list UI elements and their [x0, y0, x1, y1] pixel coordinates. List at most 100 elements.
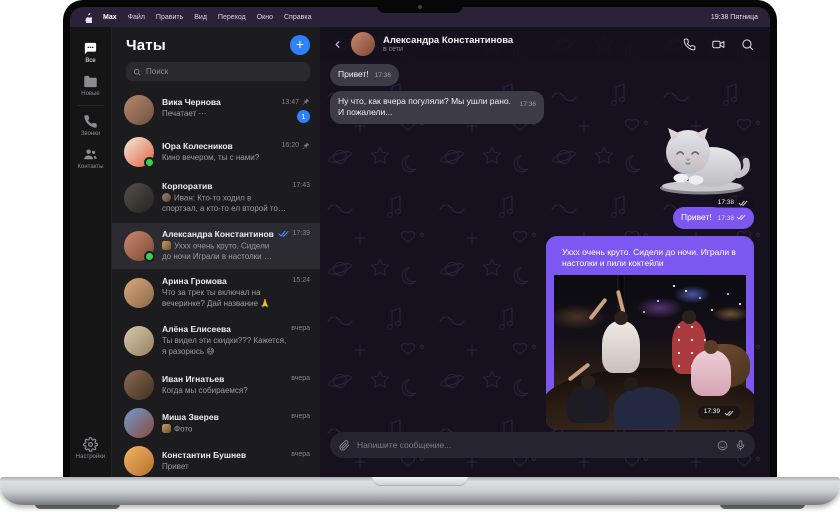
- emoji-icon[interactable]: [717, 440, 728, 451]
- menu-item[interactable]: Окно: [257, 14, 273, 21]
- chat-list-item[interactable]: Юра КолесниковКино вечером, ты с нами?16…: [112, 131, 320, 173]
- lid-groove: [372, 477, 468, 486]
- laptop-mockup: Мах Файл Править Вид Переход Окно Справка 19:3…: [0, 0, 840, 512]
- nav-rail: Все Новые Звонки Контакты Настройки: [70, 27, 112, 479]
- read-check-icon: [738, 200, 748, 206]
- avatar: [124, 137, 154, 167]
- gear-icon: [83, 437, 98, 452]
- chat-list-item[interactable]: Александра КонстантиноваУххх очень круто…: [112, 223, 320, 269]
- chat-name: Константин Бушнев: [162, 450, 287, 460]
- chat-name: Алёна Елисеева: [162, 324, 287, 334]
- chat-list-item[interactable]: Иван ИгнатьевКогда мы собираемся?вчера: [112, 365, 320, 405]
- chat-time: 13:47: [281, 99, 299, 106]
- message-text: Привет!: [338, 69, 369, 79]
- chat-preview: Когда мы собираемся?: [162, 386, 248, 395]
- message-input[interactable]: Напишите сообщение...: [330, 432, 755, 458]
- laptop-base: [0, 477, 840, 505]
- chat-name: Миша Зверев: [162, 412, 287, 422]
- apple-logo-icon[interactable]: [83, 12, 92, 23]
- avatar: [124, 446, 154, 476]
- photo-thumb-icon: [162, 424, 171, 433]
- chat-name: Вика Чернова: [162, 97, 277, 107]
- video-call-icon[interactable]: [712, 38, 725, 51]
- menu-item[interactable]: Править: [156, 14, 183, 21]
- chat-list-item[interactable]: Константин Бушнев Привет вчера: [112, 441, 320, 479]
- phone-icon: [83, 114, 98, 129]
- menu-item[interactable]: Переход: [218, 14, 246, 21]
- party-photo-attachment[interactable]: 17:39: [554, 275, 746, 425]
- search-icon[interactable]: [741, 38, 754, 51]
- divider: [78, 105, 104, 106]
- sidebar-item-label: Контакты: [78, 164, 104, 170]
- chat-name: Александра Константинова: [162, 229, 274, 239]
- message-text: Ну что, как вчера погуляли? Мы ушли рано…: [338, 96, 511, 117]
- avatar: [124, 231, 154, 261]
- chat-list-item[interactable]: Алёна ЕлисееваТы видел эти скидки??? Каж…: [112, 317, 320, 365]
- message-bubble-incoming[interactable]: 17:36 Ну что, как вчера погуляли? Мы ушли…: [330, 91, 544, 124]
- call-icon[interactable]: [683, 38, 696, 51]
- new-chat-button[interactable]: +: [290, 35, 310, 55]
- person-figure: [691, 350, 731, 396]
- webcam-icon: [418, 5, 422, 9]
- city-lights: [673, 285, 675, 287]
- avatar: [124, 95, 154, 125]
- chat-preview: Иван: Кто-то ходил в спортзал, а кто-то …: [162, 194, 286, 216]
- read-check-icon: [736, 214, 746, 220]
- menu-item[interactable]: Справка: [284, 14, 311, 21]
- chat-time: вчера: [291, 375, 310, 382]
- people-icon: [83, 147, 98, 162]
- chat-name: Арина Громова: [162, 276, 288, 286]
- chat-time: 17:43: [292, 182, 310, 189]
- avatar: [124, 370, 154, 400]
- message-bubble-outgoing[interactable]: Привет!17:38: [673, 207, 754, 229]
- back-button[interactable]: [332, 39, 343, 50]
- chat-list-item[interactable]: Миша ЗверевФотовчера: [112, 405, 320, 441]
- pin-icon: [302, 142, 310, 150]
- page-title: Чаты: [126, 37, 166, 54]
- menu-item[interactable]: Вид: [194, 14, 207, 21]
- menu-bar-clock: 19:38 Пятница: [711, 14, 758, 21]
- message-input-placeholder: Напишите сообщение...: [357, 440, 710, 450]
- read-check-icon: [724, 410, 734, 416]
- unread-badge: 1: [297, 110, 310, 123]
- avatar: [124, 326, 154, 356]
- sidebar-item-new[interactable]: Новые: [70, 69, 111, 102]
- message-bubble-outgoing-photo[interactable]: Уххх очень круто. Сидели до ночи. Играли…: [546, 236, 754, 430]
- message-bubble-incoming[interactable]: Привет!17:36: [330, 64, 399, 86]
- chat-time: 16:20: [281, 142, 299, 149]
- chat-list-item[interactable]: Корпоратив Иван: Кто-то ходил в спортзал,…: [112, 173, 320, 223]
- chat-preview: Печатает ···: [162, 109, 206, 118]
- chat-list-item[interactable]: Арина Громова Что за трек ты включал на в…: [112, 269, 320, 317]
- sidebar-item-calls[interactable]: Звонки: [70, 109, 111, 142]
- chat-rows: Вика Чернова Печатает ··· 13:47 1 Юра Колесн…: [112, 89, 320, 479]
- avatar[interactable]: [351, 32, 375, 56]
- sidebar-item-label: Новые: [81, 91, 100, 97]
- chat-list-item[interactable]: Вика Чернова Печатает ··· 13:47 1: [112, 89, 320, 131]
- chat-list-panel: Чаты + Поиск Вика Чернова Печатает ··· 13:…: [112, 27, 320, 479]
- read-check-icon: [278, 230, 289, 237]
- chat-preview: Что за трек ты включал на вечеринке? Дай…: [162, 288, 270, 308]
- chat-preview: Привет: [162, 462, 189, 471]
- chat-name: Юра Колесников: [162, 141, 277, 151]
- microphone-icon[interactable]: [735, 440, 746, 451]
- sidebar-item-all[interactable]: Все: [70, 36, 111, 69]
- sidebar-item-label: Звонки: [81, 131, 100, 137]
- search-icon: [133, 68, 141, 76]
- chat-time: вчера: [291, 451, 310, 458]
- menu-item[interactable]: Мах: [103, 14, 117, 21]
- sidebar-item-contacts[interactable]: Контакты: [70, 142, 111, 175]
- sticker-timestamp: 17:38: [712, 197, 754, 208]
- message-text: Уххх очень круто. Сидели до ночи. Играли…: [554, 241, 746, 275]
- conversation-header: Александра Константинова в сети: [320, 27, 770, 61]
- search-placeholder: Поиск: [146, 67, 168, 76]
- chat-name: Корпоратив: [162, 181, 288, 191]
- photo-timestamp: 17:39: [698, 406, 740, 419]
- search-input[interactable]: Поиск: [126, 62, 310, 81]
- sender-avatar-icon: [162, 193, 171, 202]
- contact-name: Александра Константинова: [383, 35, 513, 46]
- menu-item[interactable]: Файл: [128, 14, 145, 21]
- message-time: 17:36: [520, 101, 536, 110]
- sidebar-item-settings[interactable]: Настройки: [70, 432, 111, 465]
- cat-sticker[interactable]: [650, 115, 754, 202]
- attachment-icon[interactable]: [339, 440, 350, 451]
